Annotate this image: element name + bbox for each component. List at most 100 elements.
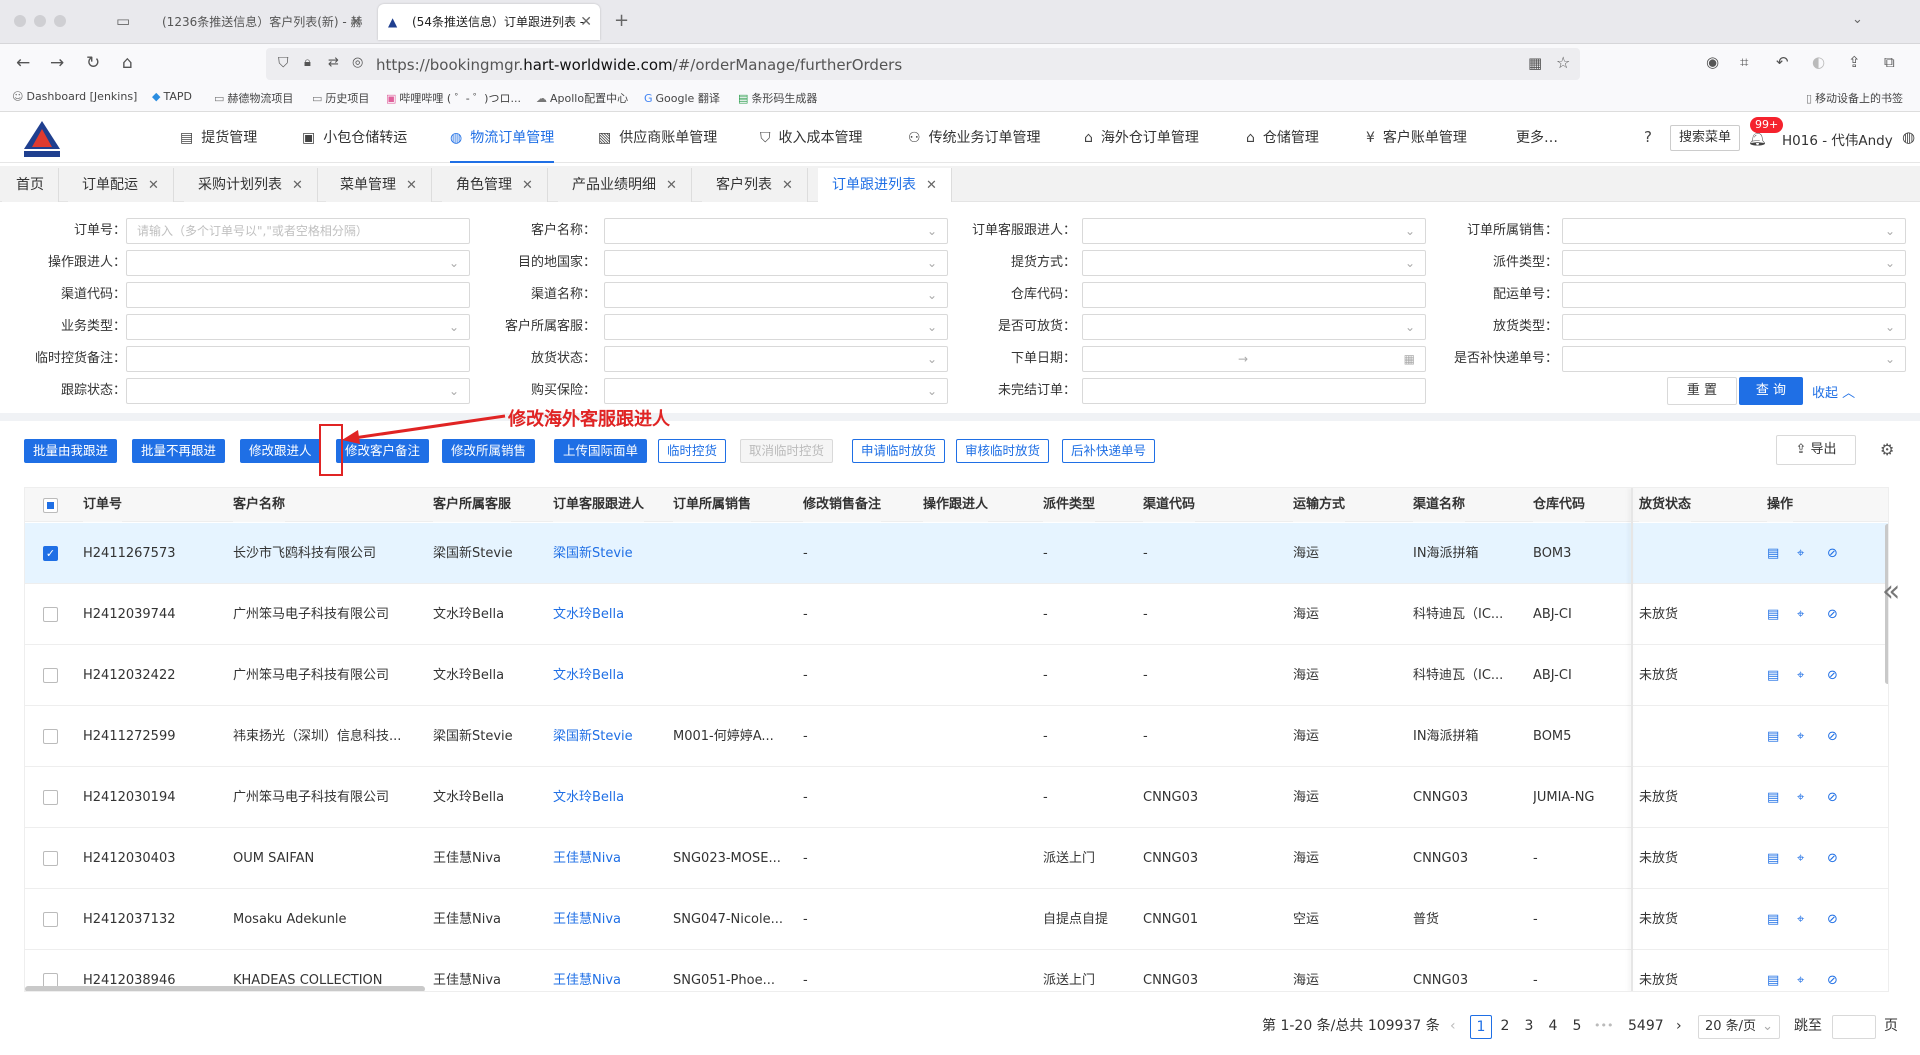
filter-select[interactable]: ⌄: [126, 314, 470, 340]
locate-icon[interactable]: ⌖: [1797, 706, 1804, 767]
account-icon[interactable]: ◉: [1706, 53, 1719, 71]
filter-input[interactable]: [1562, 282, 1906, 308]
close-icon[interactable]: ✕: [666, 178, 677, 193]
reload-icon[interactable]: ↻: [86, 53, 100, 73]
tab-home[interactable]: 首页: [2, 168, 59, 202]
collapse-link[interactable]: 收起 ︿: [1812, 382, 1855, 401]
action-button[interactable]: 审核临时放货: [956, 439, 1050, 463]
cell-follower[interactable]: 梁国新Stevie: [553, 523, 633, 584]
page-size-select[interactable]: 20 条/页 ⌄: [1698, 1015, 1780, 1039]
share-icon[interactable]: ⇪: [1848, 53, 1861, 71]
edit-doc-icon[interactable]: ▤: [1767, 706, 1779, 767]
new-tab-icon[interactable]: +: [614, 10, 629, 31]
table-row[interactable]: H2412039744 广州笨马电子科技有限公司 文水玲Bella 文水玲Bella -…: [25, 584, 1888, 645]
horizontal-scrollbar[interactable]: [25, 986, 425, 991]
filter-input[interactable]: [126, 346, 470, 372]
table-row[interactable]: H2412030403 OUM SAIFAN 王佳慧Niva 王佳慧Niva SNG02…: [25, 828, 1888, 889]
tab-role-management[interactable]: 角色管理 ✕: [442, 168, 548, 202]
filter-select[interactable]: ⌄: [604, 250, 948, 276]
jump-page-input[interactable]: [1832, 1015, 1876, 1039]
language-globe-icon[interactable]: ◍: [1902, 128, 1915, 146]
extension-icon[interactable]: ◐: [1812, 53, 1825, 71]
reset-button[interactable]: 重 置: [1667, 377, 1737, 405]
tab-product-performance[interactable]: 产品业绩明细 ✕: [558, 168, 692, 202]
cancel-icon[interactable]: ⊘: [1827, 584, 1838, 645]
action-button[interactable]: 取消临时控货: [740, 439, 834, 463]
bookmark-jenkins[interactable]: ☺ Dashboard [Jenkins]: [12, 90, 137, 103]
menu-warehouse[interactable]: ⌂ 仓储管理: [1246, 113, 1319, 163]
permissions-icon[interactable]: ⇄: [328, 55, 339, 70]
window-close-button[interactable]: [14, 15, 26, 27]
extensions-puzzle-icon[interactable]: ⧉: [1884, 53, 1895, 71]
cell-follower[interactable]: 文水玲Bella: [553, 767, 624, 828]
menu-supplier-billing[interactable]: ▧ 供应商账单管理: [598, 113, 717, 163]
filter-select[interactable]: ⌄: [1082, 250, 1426, 276]
cell-follower[interactable]: 文水玲Bella: [553, 645, 624, 706]
window-zoom-button[interactable]: [54, 15, 66, 27]
table-row[interactable]: H2412032422 广州笨马电子科技有限公司 文水玲Bella 文水玲Bella -…: [25, 645, 1888, 706]
date-range-picker[interactable]: → ▦: [1082, 346, 1426, 372]
bookmark-bilibili[interactable]: ▣ 哔哩哔哩 ( ゜- ゜)つロ...: [386, 90, 521, 106]
edit-doc-icon[interactable]: ▤: [1767, 645, 1779, 706]
action-button[interactable]: 批量不再跟进: [132, 439, 226, 463]
cell-follower[interactable]: 王佳慧Niva: [553, 889, 621, 950]
page-5[interactable]: 5: [1570, 1015, 1584, 1039]
row-checkbox[interactable]: [43, 729, 58, 744]
cancel-icon[interactable]: ⊘: [1827, 706, 1838, 767]
cell-follower[interactable]: 文水玲Bella: [553, 584, 624, 645]
action-button[interactable]: 申请临时放货: [852, 439, 946, 463]
locate-icon[interactable]: ⌖: [1797, 767, 1804, 828]
close-icon[interactable]: ✕: [148, 178, 159, 193]
close-icon[interactable]: ✕: [782, 178, 793, 193]
menu-pickup-management[interactable]: ▤ 提货管理: [180, 113, 257, 163]
table-row[interactable]: H2411272599 祎束扬光（深圳）信息科技... 梁国新Stevie 梁国新St…: [25, 706, 1888, 767]
filter-select[interactable]: ⌄: [1562, 346, 1906, 372]
edit-doc-icon[interactable]: ▤: [1767, 950, 1779, 991]
tab-menu-management[interactable]: 菜单管理 ✕: [326, 168, 432, 202]
filter-select[interactable]: ⌄: [1562, 314, 1906, 340]
menu-more[interactable]: 更多…: [1516, 113, 1558, 163]
bookmark-mobile[interactable]: ▯ 移动设备上的书签: [1806, 90, 1903, 106]
home-icon[interactable]: ⌂: [122, 53, 133, 73]
close-icon[interactable]: ✕: [926, 178, 937, 193]
lock-icon[interactable]: 🔒︎: [304, 55, 311, 70]
help-icon[interactable]: ?: [1644, 128, 1652, 146]
locate-icon[interactable]: ⌖: [1797, 584, 1804, 645]
filter-select[interactable]: ⌄: [126, 378, 470, 404]
url-bar[interactable]: ⛉ 🔒︎ ⇄ ◎ https://bookingmgr.hart-worldwi…: [266, 48, 1580, 80]
tab-list-chevron-icon[interactable]: ⌄: [1852, 12, 1863, 27]
bookmark-google-translate[interactable]: G Google 翻译: [644, 90, 720, 106]
forward-icon[interactable]: →: [50, 53, 64, 73]
filter-select[interactable]: ⌄: [604, 314, 948, 340]
row-checkbox[interactable]: ✓: [43, 546, 58, 561]
cell-follower[interactable]: 王佳慧Niva: [553, 828, 621, 889]
locate-icon[interactable]: ⌖: [1797, 889, 1804, 950]
filter-select[interactable]: ⌄: [604, 282, 948, 308]
close-icon[interactable]: ✕: [350, 4, 362, 40]
bookmark-tapd[interactable]: ◆ TAPD: [152, 90, 192, 103]
action-button[interactable]: 批量由我跟进: [24, 439, 118, 463]
row-checkbox[interactable]: [43, 790, 58, 805]
settings-gear-icon[interactable]: ⚙: [1880, 440, 1894, 459]
filter-input[interactable]: [126, 282, 470, 308]
bookmark-apollo[interactable]: ☁ Apollo配置中心: [536, 90, 628, 106]
cancel-icon[interactable]: ⊘: [1827, 950, 1838, 991]
menu-customer-billing[interactable]: ¥ 客户账单管理: [1366, 113, 1467, 163]
menu-revenue-cost[interactable]: ⛉ 收入成本管理: [760, 113, 863, 163]
tab-purchase-plan[interactable]: 采购计划列表 ✕: [184, 168, 318, 202]
edit-doc-icon[interactable]: ▤: [1767, 828, 1779, 889]
locate-icon[interactable]: ⌖: [1797, 645, 1804, 706]
edit-doc-icon[interactable]: ▤: [1767, 584, 1779, 645]
bookmark-history-projects[interactable]: ▭ 历史项目: [312, 90, 369, 106]
menu-parcel-storage[interactable]: ▣ 小包仓储转运: [302, 113, 407, 163]
page-2[interactable]: 2: [1498, 1015, 1512, 1039]
export-button[interactable]: ⇪ 导出: [1776, 435, 1856, 465]
page-1[interactable]: 1: [1470, 1015, 1492, 1039]
row-checkbox[interactable]: [43, 912, 58, 927]
page-last[interactable]: 5497: [1628, 1015, 1664, 1039]
filter-select[interactable]: ⌄: [1562, 218, 1906, 244]
qr-code-icon[interactable]: ▦: [1528, 54, 1542, 72]
filter-select[interactable]: ⌄: [604, 346, 948, 372]
next-page-icon[interactable]: ›: [1676, 1015, 1682, 1039]
row-checkbox[interactable]: [43, 851, 58, 866]
